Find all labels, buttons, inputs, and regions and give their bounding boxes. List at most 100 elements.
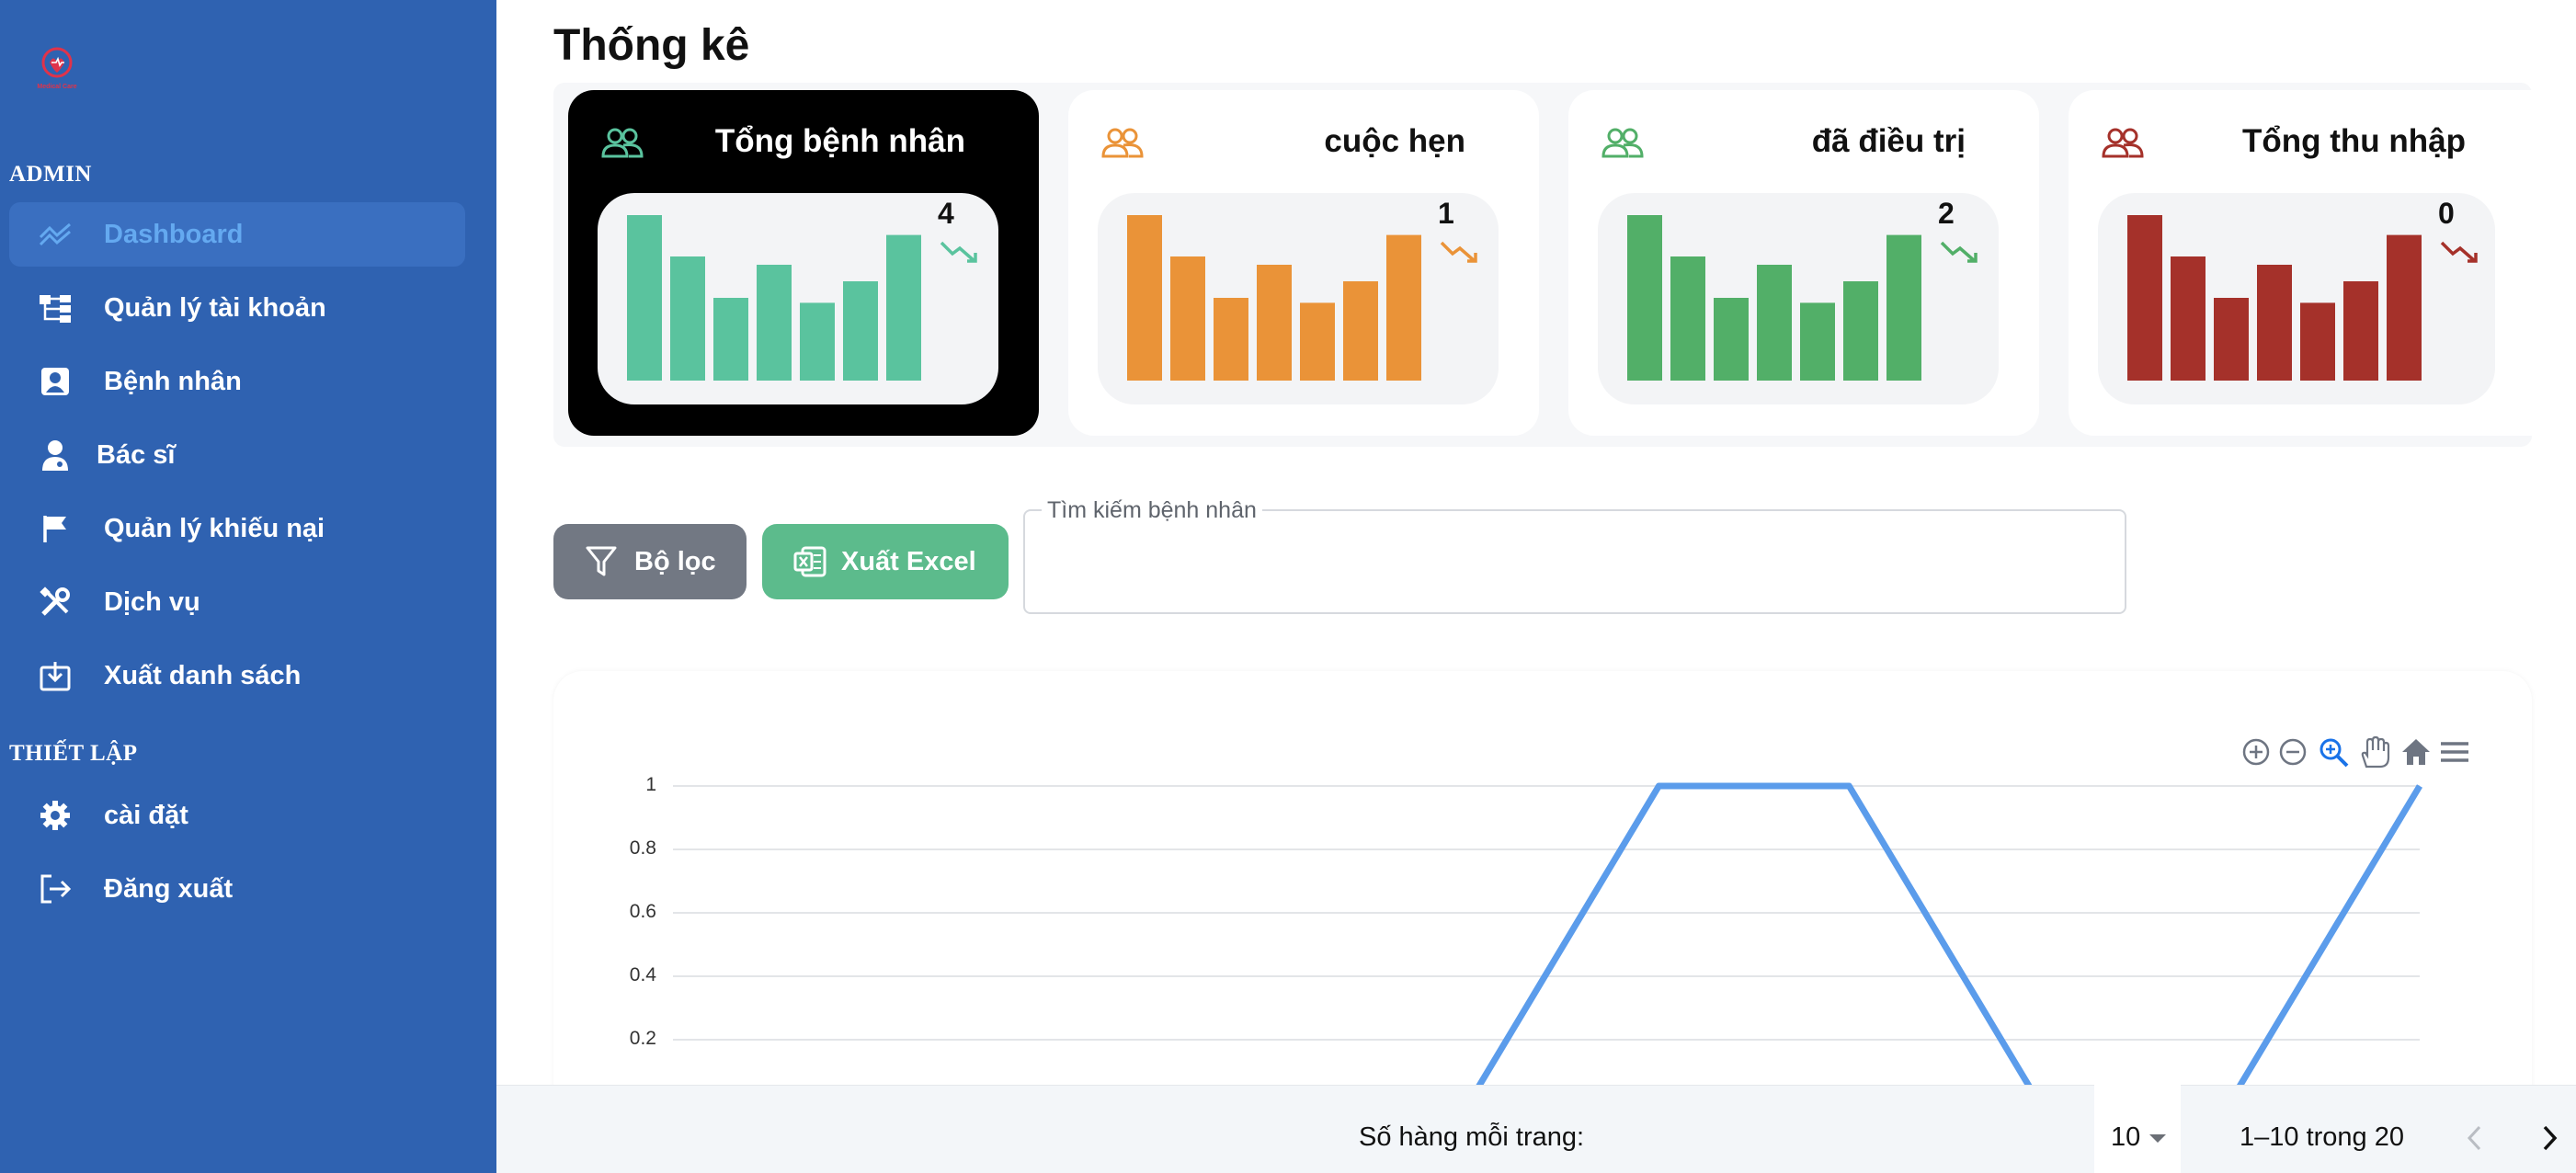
card-count: 2 bbox=[1938, 197, 1955, 230]
y-tick-label: 0.2 bbox=[629, 1028, 656, 1049]
trend-line bbox=[2440, 241, 2478, 263]
mini-bar bbox=[1627, 215, 1662, 381]
page-title: Thống kê bbox=[553, 21, 750, 70]
mini-bar-chart bbox=[627, 215, 921, 381]
y-tick-label: 1 bbox=[645, 774, 656, 795]
export-excel-button[interactable]: Xuất Excel bbox=[762, 524, 1009, 599]
stat-card-total-patients[interactable]: Tổng bệnh nhân 4 bbox=[568, 90, 1039, 436]
mini-bar-chart bbox=[2127, 215, 2422, 381]
mini-bar bbox=[627, 215, 662, 381]
mini-bar bbox=[757, 265, 792, 381]
mini-bar bbox=[1343, 281, 1378, 381]
sidebar-item-label: Dịch vụ bbox=[104, 586, 200, 617]
y-tick-label: 0.8 bbox=[629, 837, 656, 859]
logout-icon bbox=[37, 872, 74, 905]
mini-bar bbox=[1257, 265, 1292, 381]
patient-card-icon bbox=[37, 365, 74, 398]
mini-bar-chart bbox=[1127, 215, 1421, 381]
mini-chart bbox=[2098, 193, 2495, 404]
mini-bar bbox=[1843, 281, 1878, 381]
zoom-in-icon[interactable] bbox=[2240, 735, 2273, 769]
search-field: Tìm kiếm bệnh nhân bbox=[1023, 497, 2126, 614]
mini-bar bbox=[1127, 215, 1162, 381]
sidebar-item-patients[interactable]: Bệnh nhân bbox=[9, 349, 465, 414]
sidebar-item-logout[interactable]: Đăng xuất bbox=[9, 857, 465, 921]
users-icon bbox=[1601, 128, 1644, 158]
logo[interactable]: Medical Care bbox=[33, 42, 81, 94]
sidebar-item-label: Dashboard bbox=[104, 219, 244, 249]
sidebar-item-label: Xuất danh sách bbox=[104, 660, 302, 690]
search-label: Tìm kiếm bệnh nhân bbox=[1042, 497, 1262, 524]
mini-bar bbox=[2343, 281, 2378, 381]
mini-bar bbox=[1714, 298, 1749, 381]
y-tick-label: 0.4 bbox=[629, 964, 656, 985]
stat-card-total-income[interactable]: Tổng thu nhập 0 bbox=[2069, 90, 2534, 436]
mini-bar bbox=[2127, 215, 2162, 381]
doctor-icon bbox=[37, 438, 74, 472]
filter-icon bbox=[586, 546, 617, 576]
svg-text:Medical Care: Medical Care bbox=[37, 84, 76, 90]
chart-line-icon bbox=[37, 218, 74, 251]
sidebar-item-label: Bệnh nhân bbox=[104, 366, 242, 396]
mini-bar bbox=[2300, 302, 2335, 381]
y-tick-label: 0.6 bbox=[629, 901, 656, 922]
next-page-icon[interactable] bbox=[2532, 1120, 2569, 1156]
pan-hand-icon[interactable] bbox=[2357, 735, 2390, 769]
home-reset-icon[interactable] bbox=[2399, 735, 2433, 769]
card-title: cuộc hẹn bbox=[1324, 123, 1465, 159]
card-title: Tổng bệnh nhân bbox=[714, 123, 965, 159]
download-icon bbox=[37, 659, 74, 692]
stat-card-treated[interactable]: đã điều trị 2 bbox=[1568, 90, 2039, 436]
sidebar-item-label: Bác sĩ bbox=[97, 439, 176, 470]
sidebar-item-label: Quản lý tài khoản bbox=[104, 292, 326, 323]
trend-line bbox=[1940, 241, 1978, 263]
card-count: 4 bbox=[938, 197, 954, 230]
mini-bar bbox=[2387, 234, 2422, 381]
sidebar-item-complaints[interactable]: Quản lý khiếu nại bbox=[9, 496, 465, 561]
card-count: 1 bbox=[1438, 197, 1454, 230]
rows-per-page-value: 10 bbox=[2111, 1122, 2141, 1152]
sidebar-item-export-list[interactable]: Xuất danh sách bbox=[9, 643, 465, 708]
export-excel-button-label: Xuất Excel bbox=[841, 546, 976, 576]
mini-bar bbox=[2171, 256, 2206, 381]
mini-bar bbox=[2257, 265, 2292, 381]
filter-button-label: Bộ lọc bbox=[634, 546, 716, 576]
pagination-range: 1–10 trong 20 bbox=[2240, 1122, 2404, 1152]
mini-bar bbox=[670, 256, 705, 381]
rows-per-page-select[interactable]: 10 bbox=[2094, 1085, 2181, 1173]
previous-page-icon[interactable] bbox=[2456, 1120, 2493, 1156]
flag-icon bbox=[37, 512, 74, 545]
trend-line bbox=[940, 241, 977, 263]
sidebar-item-services[interactable]: Dịch vụ bbox=[9, 570, 465, 634]
mini-bar bbox=[1757, 265, 1792, 381]
sidebar: Medical Care ADMIN Dashboard Quản lý tài… bbox=[0, 0, 496, 1173]
sidebar-item-settings[interactable]: cài đặt bbox=[9, 783, 465, 848]
mini-bar bbox=[1886, 234, 1921, 381]
menu-icon[interactable] bbox=[2438, 735, 2471, 769]
mini-bar bbox=[1214, 298, 1248, 381]
sidebar-item-label: Quản lý khiếu nại bbox=[104, 513, 325, 543]
mini-bar bbox=[713, 298, 748, 381]
trend-down-icon bbox=[940, 241, 977, 263]
search-input[interactable] bbox=[1045, 546, 2103, 592]
zoom-out-icon[interactable] bbox=[2276, 735, 2309, 769]
mini-bar bbox=[1800, 302, 1835, 381]
card-title: Tổng thu nhập bbox=[2242, 123, 2466, 159]
mini-bar bbox=[2214, 298, 2249, 381]
card-count: 0 bbox=[2438, 197, 2455, 230]
filter-button[interactable]: Bộ lọc bbox=[553, 524, 747, 599]
section-title-settings: THIẾT LẬP bbox=[9, 741, 138, 766]
rows-per-page-label: Số hàng mỗi trang: bbox=[1359, 1122, 1585, 1152]
trend-down-icon bbox=[1440, 241, 1477, 263]
sidebar-item-doctors[interactable]: Bác sĩ bbox=[9, 423, 465, 487]
excel-icon bbox=[793, 546, 826, 577]
stat-card-appointments[interactable]: cuộc hẹn 1 bbox=[1068, 90, 1539, 436]
zoom-select-icon[interactable] bbox=[2317, 735, 2350, 769]
mini-bar bbox=[1300, 302, 1335, 381]
sidebar-item-account-management[interactable]: Quản lý tài khoản bbox=[9, 276, 465, 340]
mini-bar bbox=[1670, 256, 1705, 381]
chevron-down-icon bbox=[2149, 1134, 2166, 1143]
sidebar-item-label: cài đặt bbox=[104, 800, 188, 830]
sidebar-item-dashboard[interactable]: Dashboard bbox=[9, 202, 465, 267]
mini-bar-chart bbox=[1627, 215, 1921, 381]
